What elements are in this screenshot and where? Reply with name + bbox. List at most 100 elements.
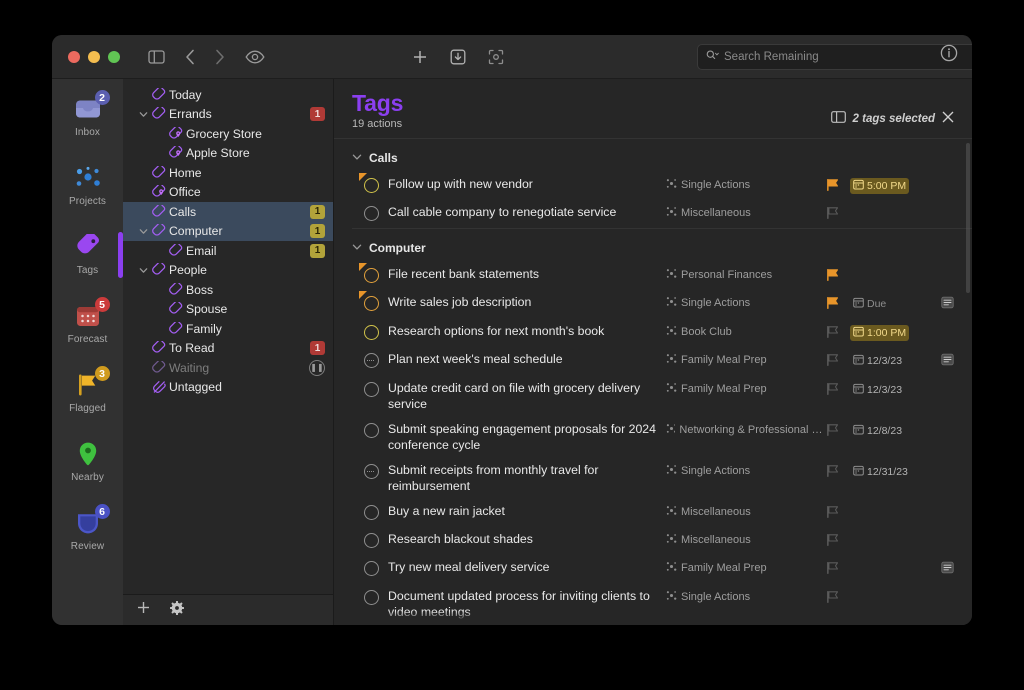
sidebar-item-apple-store[interactable]: Apple Store: [123, 144, 333, 164]
task-flag-icon[interactable]: [826, 422, 850, 437]
forward-icon[interactable]: [215, 49, 225, 65]
task-scroll-area[interactable]: Calls Follow up with new vendor Single Act…: [334, 139, 972, 625]
back-icon[interactable]: [185, 49, 195, 65]
perspective-flagged[interactable]: 3 Flagged: [52, 364, 123, 432]
project-icon: [666, 561, 677, 575]
task-row[interactable]: Buy a new rain jacket Miscellaneous: [334, 499, 972, 527]
sidebar-item-office[interactable]: Office: [123, 183, 333, 203]
perspective-projects[interactable]: Projects: [52, 157, 123, 225]
sidebar-item-computer[interactable]: Computer 1: [123, 221, 333, 241]
zoom-window-button[interactable]: [108, 50, 120, 63]
sidebar-item-grocery-store[interactable]: Grocery Store: [123, 124, 333, 144]
perspective-label: Nearby: [71, 472, 104, 483]
task-row[interactable]: Research blackout shades Miscellaneous: [334, 527, 972, 555]
sidebar-item-waiting[interactable]: Waiting ❚❚: [123, 358, 333, 378]
task-row[interactable]: Plan next week's meal schedule Family Mea…: [334, 347, 972, 376]
task-status-circle[interactable]: [364, 590, 379, 606]
note-icon[interactable]: [940, 353, 954, 371]
minimize-window-button[interactable]: [88, 50, 100, 63]
disclosure-chevron-icon[interactable]: [137, 110, 150, 119]
focus-icon[interactable]: [488, 49, 504, 65]
sidebar-item-today[interactable]: Today: [123, 85, 333, 105]
task-status-circle[interactable]: [364, 533, 379, 549]
disclosure-chevron-icon[interactable]: [137, 227, 150, 236]
add-tag-icon[interactable]: [137, 601, 150, 619]
task-status-circle[interactable]: [364, 325, 379, 341]
add-to-inbox-icon[interactable]: [450, 49, 466, 65]
sidebar-item-email[interactable]: Email 1: [123, 241, 333, 261]
note-icon[interactable]: [940, 561, 954, 579]
sidebar-item-label: Apple Store: [186, 146, 250, 161]
task-flag-icon[interactable]: [826, 352, 850, 367]
tag-location-icon: [150, 185, 169, 199]
inspector-info-icon[interactable]: [940, 44, 958, 67]
task-row[interactable]: Update credit card on file with grocery …: [334, 376, 972, 417]
sidebar-item-calls[interactable]: Calls 1: [123, 202, 333, 222]
perspective-review[interactable]: 6 Review: [52, 502, 123, 570]
clear-selection-close-icon[interactable]: [942, 111, 954, 126]
quick-look-eye-icon[interactable]: [245, 50, 265, 64]
task-row[interactable]: File recent bank statements Personal Fina…: [334, 262, 972, 290]
task-row[interactable]: Submit receipts from monthly travel for …: [334, 458, 972, 499]
task-row[interactable]: Submit speaking engagement proposals for…: [334, 417, 972, 458]
sidebar-pane-icon[interactable]: [830, 111, 846, 126]
perspective-forecast[interactable]: 5 Forecast: [52, 295, 123, 363]
task-status-circle[interactable]: [359, 173, 379, 194]
task-flag-icon[interactable]: [826, 463, 850, 478]
task-flag-icon[interactable]: [826, 504, 850, 519]
task-status-circle[interactable]: [364, 464, 379, 480]
content-header: Tags 19 actions 2 tags selected: [334, 79, 972, 140]
perspective-nearby[interactable]: Nearby: [52, 433, 123, 501]
task-status-circle[interactable]: [364, 206, 379, 222]
project-icon: [666, 206, 677, 220]
close-window-button[interactable]: [68, 50, 80, 63]
task-flag-icon[interactable]: [826, 381, 850, 396]
disclosure-chevron-icon[interactable]: [137, 266, 150, 275]
group-header[interactable]: Calls: [334, 142, 972, 172]
task-flag-icon[interactable]: [826, 324, 850, 339]
task-status-circle[interactable]: [364, 382, 379, 398]
task-row[interactable]: Research options for next month's book Bo…: [334, 319, 972, 347]
group-disclosure-icon[interactable]: [352, 239, 362, 257]
sidebar-item-boss[interactable]: Boss: [123, 280, 333, 300]
tag-settings-gear-icon[interactable]: [169, 600, 185, 620]
tag-icon: [150, 341, 169, 355]
sidebar-toggle-icon[interactable]: [148, 49, 165, 64]
task-status-circle[interactable]: [359, 263, 379, 284]
vertical-scrollbar[interactable]: [966, 143, 970, 294]
task-flag-icon[interactable]: [826, 589, 850, 604]
sidebar-item-untagged[interactable]: Untagged: [123, 378, 333, 398]
task-row[interactable]: Call cable company to renegotiate servic…: [334, 200, 972, 228]
task-status-circle[interactable]: [364, 423, 379, 439]
search-field[interactable]: Search Remaining: [697, 44, 972, 70]
task-row[interactable]: Follow up with new vendor Single Actions 5…: [334, 172, 972, 200]
sidebar-item-spouse[interactable]: Spouse: [123, 300, 333, 320]
sidebar-item-errands[interactable]: Errands 1: [123, 105, 333, 125]
project-icon: [666, 590, 677, 604]
group-disclosure-icon[interactable]: [352, 149, 362, 167]
task-flag-icon[interactable]: [826, 532, 850, 547]
task-flag-icon[interactable]: [826, 205, 850, 220]
sidebar-item-people[interactable]: People: [123, 261, 333, 281]
task-flag-icon[interactable]: [826, 295, 850, 310]
perspective-tags[interactable]: Tags: [52, 226, 123, 294]
sidebar-item-family[interactable]: Family: [123, 319, 333, 339]
task-flag-icon[interactable]: [826, 560, 850, 575]
sidebar-item-to-read[interactable]: To Read 1: [123, 339, 333, 359]
task-row[interactable]: Try new meal delivery service Family Meal…: [334, 555, 972, 584]
task-status-circle[interactable]: [364, 505, 379, 521]
add-item-plus-icon[interactable]: [412, 49, 428, 65]
task-flag-icon[interactable]: [826, 267, 850, 282]
task-status-circle[interactable]: [359, 291, 379, 312]
perspective-inbox[interactable]: 2 Inbox: [52, 88, 123, 156]
navigation-controls: [120, 49, 265, 65]
note-icon[interactable]: [940, 296, 954, 314]
group-header[interactable]: Computer: [334, 232, 972, 262]
task-status-circle[interactable]: [364, 561, 379, 577]
sidebar-item-home[interactable]: Home: [123, 163, 333, 183]
task-date: [850, 589, 936, 590]
task-flag-icon[interactable]: [826, 177, 850, 192]
task-status-circle[interactable]: [364, 353, 379, 369]
task-row[interactable]: Write sales job description Single Action…: [334, 290, 972, 319]
task-project: Book Club: [666, 324, 826, 339]
